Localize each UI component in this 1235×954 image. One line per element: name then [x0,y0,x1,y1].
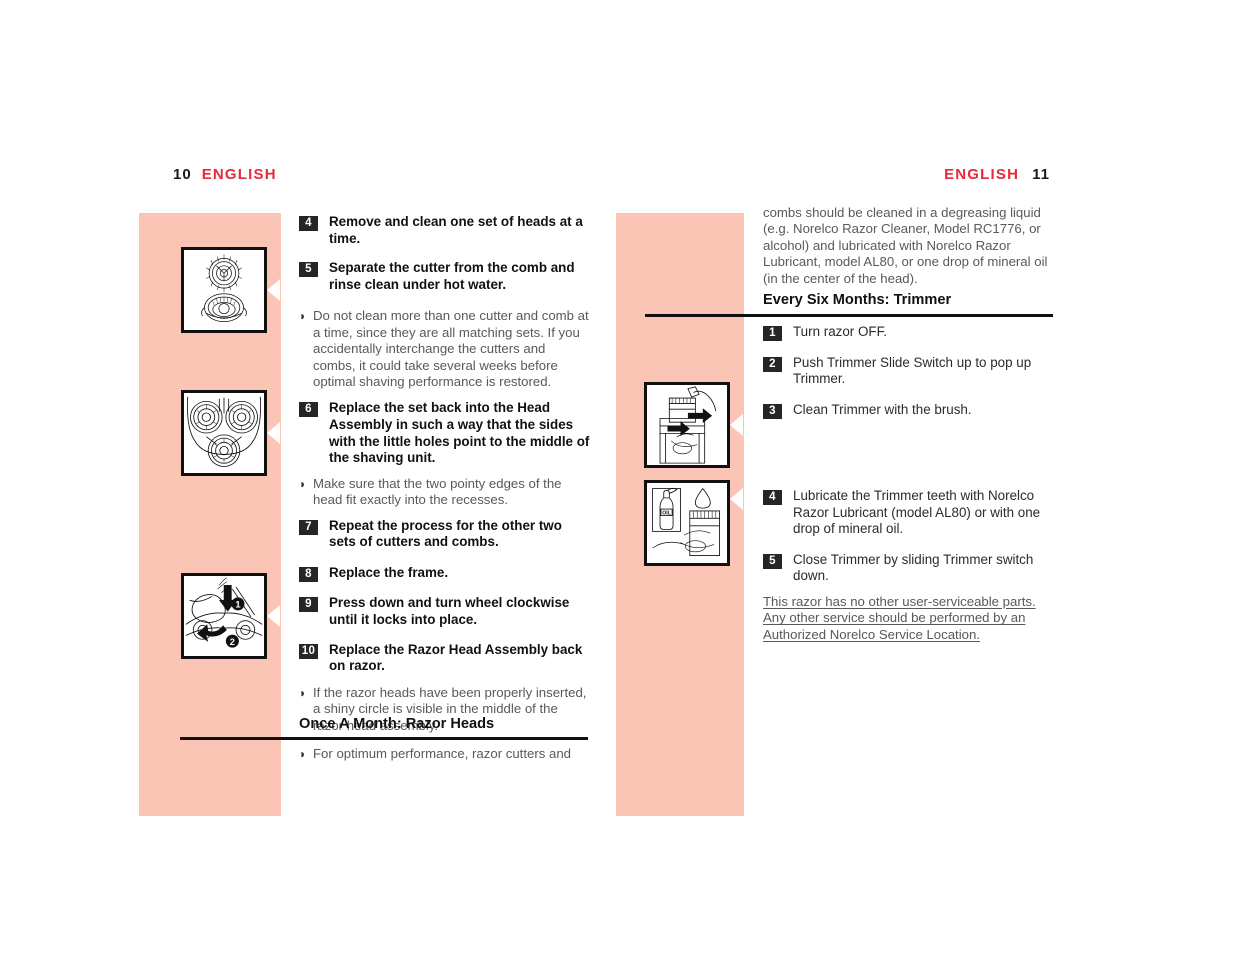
figure-press-and-turn-wheel: 1 2 [181,573,267,659]
step-number-badge: 5 [299,262,318,278]
continuation-text: combs should be cleaned in a degreasing … [763,205,1048,286]
page-header-right: ENGLISH 11 [944,166,1050,183]
note-paragraph: ◗ For optimum performance, razor cutters… [299,746,605,762]
step-text: Replace the Razor Head Assembly back on … [329,641,583,674]
step-number-badge: 3 [763,403,782,419]
step-number-badge: 4 [299,216,318,231]
step-text: Replace the set back into the Head Assem… [329,400,590,466]
section-heading-once-a-month: Once A Month: Razor Heads [299,716,591,732]
step-item: 5 Separate the cutter from the comb and … [299,260,591,293]
head-assembly-icon [187,396,261,467]
step-item: 6 Replace the set back into the Head Ass… [299,400,591,466]
step-item: 10 Replace the Razor Head Assembly back … [299,642,591,675]
bullet-icon: ◗ [299,476,307,491]
oil-bottle-label: OIL [662,511,671,517]
note-text: Do not clean more than one cutter and co… [313,308,589,389]
section-heading-text: Once A Month: Razor Heads [299,716,495,732]
step-text: Repeat the process for the other two set… [329,517,562,550]
figure-pointer-3 [267,605,280,627]
step-item: 3 Clean Trimmer with the brush. [763,402,1055,419]
step-number-badge: 9 [299,597,318,613]
step-item: 9 Press down and turn wheel clockwise un… [299,595,591,628]
continuation-paragraph: combs should be cleaned in a degreasing … [763,205,1055,287]
step-item: 1 Turn razor OFF. [763,324,1055,341]
step-text: Replace the frame. [329,564,449,580]
step-item: 8 Replace the frame. [299,565,591,582]
folio-number-left: 10 [173,166,192,183]
callout-1-label: 1 [235,600,240,610]
step-number-badge: 8 [299,566,318,582]
service-disclaimer-text: This razor has no other user-serviceable… [763,594,1036,642]
section-heading-every-six-months: Every Six Months: Trimmer [763,292,1055,308]
step-item: 5 Close Trimmer by sliding Trimmer switc… [763,552,1055,585]
left-text-column: 4 Remove and clean one set of heads at a… [299,214,591,734]
step-text: Clean Trimmer with the brush. [793,401,972,417]
step-number-badge: 1 [763,326,782,341]
callout-2-label: 2 [230,637,235,647]
step-item: 7 Repeat the process for the other two s… [299,518,591,551]
step-text: Lubricate the Trimmer teeth with Norelco… [793,488,1041,537]
step-item: 4 Lubricate the Trimmer teeth with Norel… [763,488,1055,538]
note-paragraph: ◗ Make sure that the two pointy edges of… [299,476,591,509]
figure-pointer-2 [267,422,280,444]
right-steps-bottom-group: 4 Lubricate the Trimmer teeth with Norel… [763,488,1055,585]
step-item: 2 Push Trimmer Slide Switch up to pop up… [763,355,1055,388]
cutter-comb-icon [201,254,247,322]
step-text: Remove and clean one set of heads at a t… [329,214,583,246]
section-rule-left [180,737,588,740]
note-paragraph: ◗ Do not clean more than one cutter and … [299,308,591,390]
figure-cutter-and-comb [181,247,267,333]
step-text: Turn razor OFF. [793,324,887,339]
right-steps-top-group: 1 Turn razor OFF. 2 Push Trimmer Slide S… [763,324,1055,419]
trimmer-oil-icon: OIL [652,487,720,556]
figure-pointer-5 [730,488,743,510]
step-number-badge: 6 [299,402,318,418]
step-number-badge: 4 [763,490,782,505]
note-text: For optimum performance, razor cutters a… [313,746,571,761]
figure-pointer-4 [730,414,743,436]
press-turn-icon: 1 2 [185,577,263,648]
step-number-badge: 5 [763,553,782,569]
bullet-icon: ◗ [299,685,307,700]
manual-page-spread: 10 ENGLISH ENGLISH 11 1 2 OIL 4 Remove a… [0,0,1235,954]
right-text-column: combs should be cleaned in a degreasing … [763,205,1055,287]
step-text: Push Trimmer Slide Switch up to pop up T… [793,354,1032,387]
service-disclaimer: This razor has no other user-serviceable… [763,594,1045,643]
step-number-badge: 7 [299,519,318,535]
figure-pointer-1 [267,279,280,301]
figure-lubricate-trimmer: OIL [644,480,730,566]
step-number-badge: 10 [299,643,318,659]
step-number-badge: 2 [763,356,782,372]
figure-three-head-assembly [181,390,267,476]
language-label-left: ENGLISH [201,166,277,183]
section-heading-text: Every Six Months: Trimmer [763,292,952,308]
page-header-left: 10 ENGLISH [173,166,277,183]
bullet-icon: ◗ [299,747,307,761]
step-item: 4 Remove and clean one set of heads at a… [299,214,591,247]
bullet-icon: ◗ [299,309,307,324]
trimmer-brush-icon [659,386,717,464]
section-rule-right [645,314,1053,317]
note-text: Make sure that the two pointy edges of t… [313,475,562,508]
step-text: Separate the cutter from the comb and ri… [329,260,575,292]
step-text: Close Trimmer by sliding Trimmer switch … [793,551,1034,584]
folio-number-right: 11 [1032,166,1050,183]
step-text: Press down and turn wheel clockwise unti… [329,595,570,627]
figure-clean-trimmer-with-brush [644,382,730,468]
language-label-right: ENGLISH [944,166,1020,183]
